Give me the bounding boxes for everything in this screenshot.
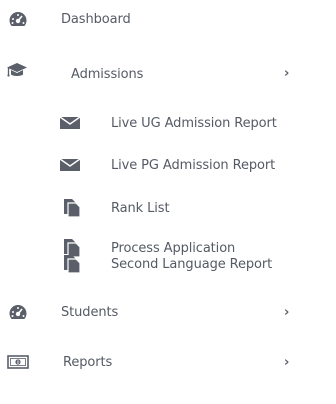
dashboard-gauge-icon [8, 10, 28, 28]
sidebar-item-label: Students [61, 305, 119, 320]
submenu-item-label: Live UG Admission Report [111, 116, 277, 131]
graduation-cap-icon [6, 61, 28, 79]
chevron-right-icon: › [284, 66, 290, 81]
sidebar-item-students[interactable]: Students › [0, 300, 336, 334]
sidebar-item-dashboard[interactable]: Dashboard [0, 0, 336, 40]
copy-files-icon [63, 198, 81, 218]
submenu-item-rank-list[interactable]: Rank List [0, 192, 336, 224]
submenu-item-label: Live PG Admission Report [111, 158, 276, 173]
svg-text:0: 0 [17, 360, 20, 366]
submenu-item-live-ug-admission-report[interactable]: Live UG Admission Report [0, 106, 336, 138]
envelope-icon [59, 116, 81, 130]
money-bill-icon: 0 [7, 355, 29, 369]
submenu-item-live-pg-admission-report[interactable]: Live PG Admission Report [0, 148, 336, 180]
submenu-item-second-language-report[interactable]: Second Language Report [0, 250, 336, 282]
submenu-item-label: Second Language Report [111, 257, 273, 272]
sidebar-item-reports[interactable]: 0 Reports › [0, 350, 336, 384]
sidebar-item-label: Admissions [71, 67, 144, 82]
copy-files-icon [63, 254, 81, 274]
sidebar-item-label: Dashboard [61, 12, 131, 27]
envelope-icon [59, 158, 81, 172]
dashboard-gauge-icon [8, 303, 28, 321]
submenu-item-label: Rank List [111, 201, 170, 216]
chevron-right-icon: › [284, 355, 290, 370]
sidebar-item-label: Reports [63, 355, 113, 370]
chevron-right-icon: › [284, 305, 290, 320]
sidebar-item-admissions[interactable]: Admissions › [0, 55, 336, 95]
